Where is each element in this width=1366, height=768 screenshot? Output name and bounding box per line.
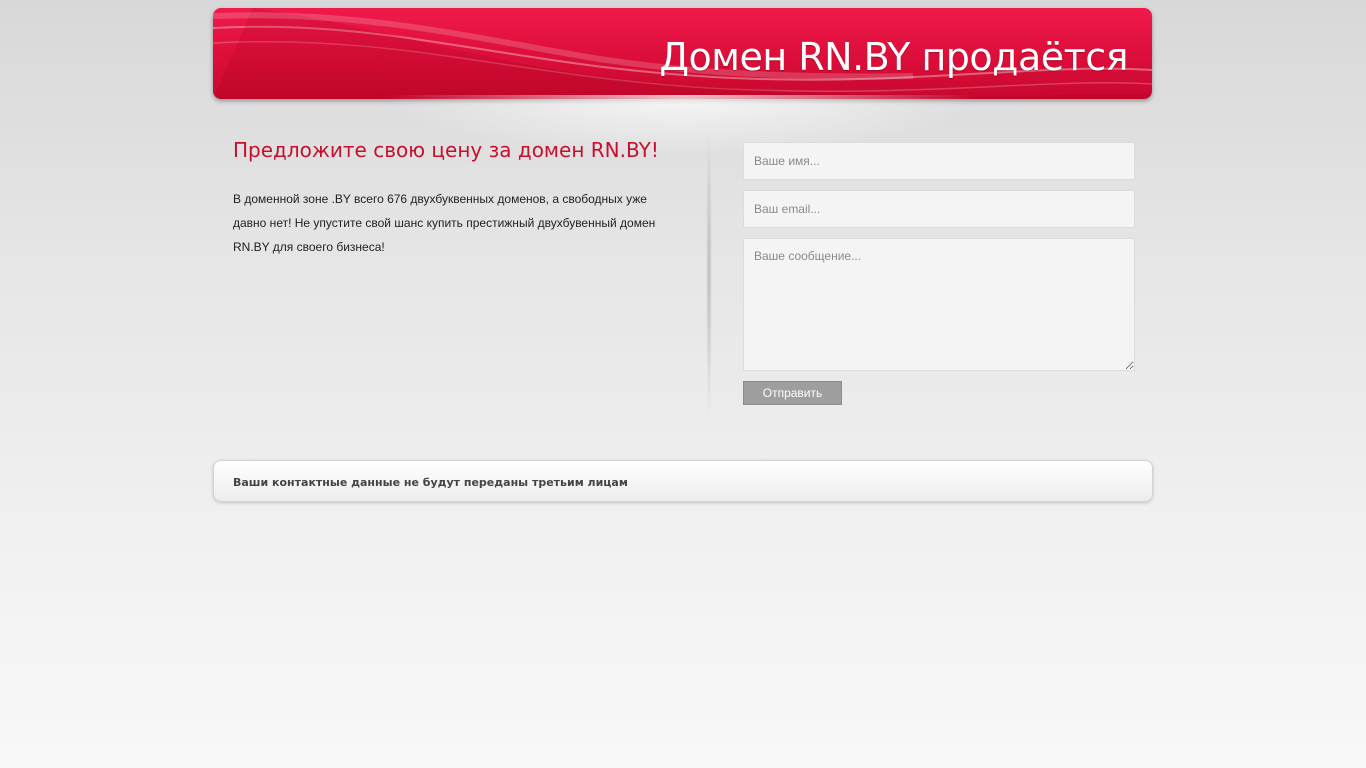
name-input[interactable]	[743, 142, 1135, 180]
column-divider	[706, 130, 712, 420]
privacy-notice-bar: Ваши контактные данные не будут переданы…	[213, 460, 1153, 502]
header-banner: Домен RN.BY продаётся	[213, 8, 1152, 99]
privacy-notice: Ваши контактные данные не будут переданы…	[233, 476, 628, 489]
contact-form: Отправить	[743, 142, 1135, 405]
email-input[interactable]	[743, 190, 1135, 228]
page-title: Домен RN.BY продаётся	[659, 35, 1128, 79]
offer-description: В доменной зоне .BY всего 676 двухбуквен…	[233, 192, 656, 254]
message-textarea[interactable]	[743, 238, 1135, 371]
offer-section: Предложите свою цену за домен RN.BY! В д…	[233, 138, 673, 259]
offer-heading: Предложите свою цену за домен RN.BY!	[233, 138, 659, 162]
submit-button[interactable]: Отправить	[743, 381, 842, 405]
